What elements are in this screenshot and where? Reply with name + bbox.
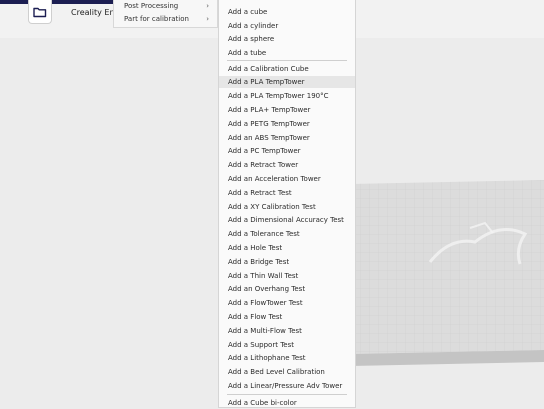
submenu-item-abs-temptower[interactable]: Add an ABS TempTower [219, 132, 355, 144]
menu-item-label: Post Processing [124, 2, 179, 10]
submenu-item-retract-tower[interactable]: Add a Retract Tower [219, 159, 355, 171]
submenu-item-acceleration-tower[interactable]: Add an Acceleration Tower [219, 173, 355, 185]
submenu-item-multi-flow-test[interactable]: Add a Multi-Flow Test [219, 325, 355, 337]
submenu-item-xy-calibration-test[interactable]: Add a XY Calibration Test [219, 201, 355, 213]
header-accent-strip [0, 0, 113, 4]
submenu-item-pla-temptower[interactable]: Add a PLA TempTower [219, 76, 355, 89]
submenu-item-flow-test[interactable]: Add a Flow Test [219, 311, 355, 323]
submenu-item-dimensional-accuracy-test[interactable]: Add a Dimensional Accuracy Test [219, 214, 355, 226]
submenu-item-retract-test[interactable]: Add a Retract Test [219, 187, 355, 199]
submenu-item-calibration-cube[interactable]: Add a Calibration Cube [219, 63, 355, 75]
submenu-item-petg-temptower[interactable]: Add a PETG TempTower [219, 118, 355, 130]
submenu-item-add-tube[interactable]: Add a tube [219, 47, 355, 59]
open-file-button[interactable] [28, 0, 52, 24]
submenu-item-add-sphere[interactable]: Add a sphere [219, 33, 355, 45]
menu-separator [227, 60, 347, 61]
submenu-item-thin-wall-test[interactable]: Add a Thin Wall Test [219, 270, 355, 282]
submenu-item-add-cylinder[interactable]: Add a cylinder [219, 20, 355, 32]
main-context-menu: Post Processing › Part for calibration › [113, 0, 218, 28]
submenu-item-hole-test[interactable]: Add a Hole Test [219, 242, 355, 254]
menu-item-label: Part for calibration [124, 15, 189, 23]
submenu-item-pla-temptower-190[interactable]: Add a PLA TempTower 190°C [219, 90, 355, 102]
submenu-item-support-test[interactable]: Add a Support Test [219, 339, 355, 351]
submenu-item-linear-pressure-adv-tower[interactable]: Add a Linear/Pressure Adv Tower [219, 380, 355, 392]
calibration-submenu: Add a cube Add a cylinder Add a sphere A… [218, 0, 356, 408]
folder-icon [33, 7, 47, 17]
submenu-item-overhang-test[interactable]: Add an Overhang Test [219, 283, 355, 295]
submenu-item-bridge-test[interactable]: Add a Bridge Test [219, 256, 355, 268]
submenu-item-pc-temptower[interactable]: Add a PC TempTower [219, 145, 355, 157]
submenu-item-pla-plus-temptower[interactable]: Add a PLA+ TempTower [219, 104, 355, 116]
menu-item-part-for-calibration[interactable]: Part for calibration › [114, 13, 217, 26]
submenu-item-bed-level-calibration[interactable]: Add a Bed Level Calibration [219, 366, 355, 378]
chevron-right-icon: › [206, 15, 209, 23]
menu-separator [227, 394, 347, 395]
menu-item-post-processing[interactable]: Post Processing › [114, 0, 217, 13]
submenu-item-tolerance-test[interactable]: Add a Tolerance Test [219, 228, 355, 240]
submenu-item-flowtower-test[interactable]: Add a FlowTower Test [219, 297, 355, 309]
chevron-right-icon: › [206, 2, 209, 10]
submenu-item-lithophane-test[interactable]: Add a Lithophane Test [219, 352, 355, 364]
submenu-item-add-cube[interactable]: Add a cube [219, 6, 355, 18]
submenu-item-cube-bi-color[interactable]: Add a Cube bi-color [219, 397, 355, 409]
